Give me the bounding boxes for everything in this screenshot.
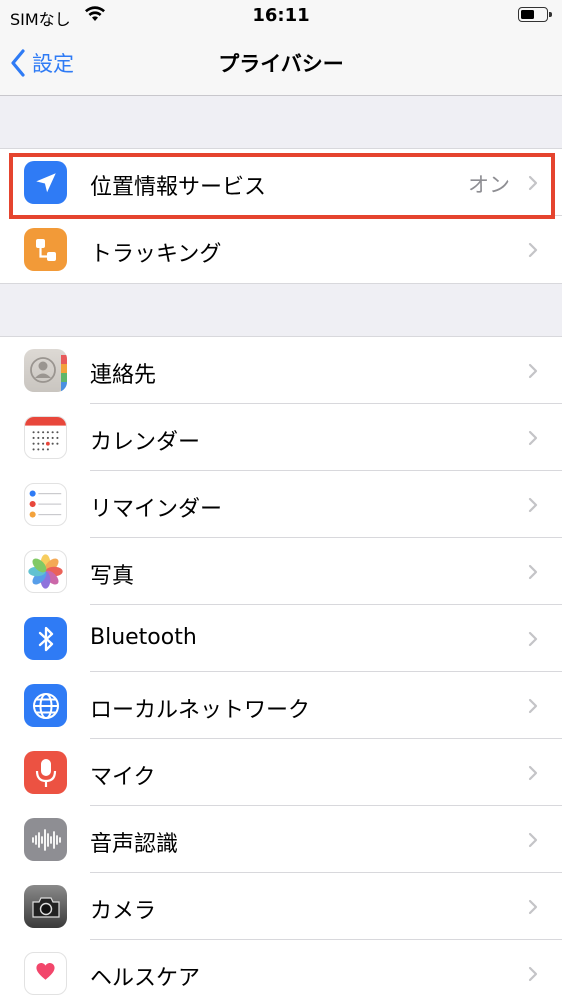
tracking-icon xyxy=(24,228,67,271)
waveform-icon xyxy=(24,818,67,861)
chevron-right-icon xyxy=(528,631,538,647)
row-label: リマインダー xyxy=(90,497,223,522)
row-label: 位置情報サービス xyxy=(90,175,267,200)
row-label: トラッキング xyxy=(90,242,222,267)
row-photos[interactable]: 写真 xyxy=(0,538,562,605)
row-speech-recognition[interactable]: 音声認識 xyxy=(0,806,562,873)
reminders-icon xyxy=(24,483,67,526)
row-contacts[interactable]: 連絡先 xyxy=(0,337,562,404)
row-label: カレンダー xyxy=(90,430,201,455)
chevron-right-icon xyxy=(528,832,538,848)
chevron-right-icon xyxy=(528,564,538,580)
location-arrow-icon xyxy=(24,161,67,204)
chevron-right-icon xyxy=(528,765,538,781)
status-time: 16:11 xyxy=(252,5,310,26)
row-value: オン xyxy=(468,173,510,197)
row-local-network[interactable]: ローカルネットワーク xyxy=(0,672,562,739)
globe-icon xyxy=(24,684,67,727)
row-label: マイク xyxy=(90,765,156,790)
chevron-right-icon xyxy=(528,899,538,915)
row-label: 音声認識 xyxy=(90,832,179,857)
page-title: プライバシー xyxy=(218,52,344,76)
row-label: ローカルネットワーク xyxy=(90,698,311,723)
row-label: 写真 xyxy=(90,564,135,589)
navigation-bar: 設定 プライバシー xyxy=(0,32,562,96)
chevron-right-icon xyxy=(528,698,538,714)
microphone-icon xyxy=(24,751,67,794)
chevron-right-icon xyxy=(528,175,538,191)
chevron-right-icon xyxy=(528,430,538,446)
row-label: 連絡先 xyxy=(90,363,157,388)
row-label: カメラ xyxy=(90,899,157,924)
row-location-services[interactable]: 位置情報サービス オン xyxy=(0,149,562,216)
calendar-icon xyxy=(24,416,67,459)
bluetooth-icon xyxy=(24,617,67,660)
row-reminders[interactable]: リマインダー xyxy=(0,471,562,538)
settings-group-top: 位置情報サービス オン トラッキング xyxy=(0,148,562,284)
row-camera[interactable]: カメラ xyxy=(0,873,562,940)
photos-icon xyxy=(24,550,67,593)
row-tracking[interactable]: トラッキング xyxy=(0,216,562,283)
row-label: Bluetooth xyxy=(90,625,197,650)
row-health[interactable]: ヘルスケア xyxy=(0,940,562,1007)
settings-group-apps: 連絡先 カレンダー リマインダー 写真 Bluetooth ローカルネットワーク… xyxy=(0,336,562,1007)
chevron-right-icon xyxy=(528,242,538,258)
chevron-right-icon xyxy=(528,497,538,513)
row-microphone[interactable]: マイク xyxy=(0,739,562,806)
battery-icon xyxy=(518,7,552,22)
row-calendar[interactable]: カレンダー xyxy=(0,404,562,471)
chevron-right-icon xyxy=(528,966,538,982)
health-heart-icon xyxy=(24,952,67,995)
chevron-right-icon xyxy=(528,363,538,379)
status-bar: SIMなし 16:11 xyxy=(0,0,562,32)
row-bluetooth[interactable]: Bluetooth xyxy=(0,605,562,672)
contacts-icon xyxy=(24,349,67,392)
camera-icon xyxy=(24,885,67,928)
row-label: ヘルスケア xyxy=(90,966,201,991)
